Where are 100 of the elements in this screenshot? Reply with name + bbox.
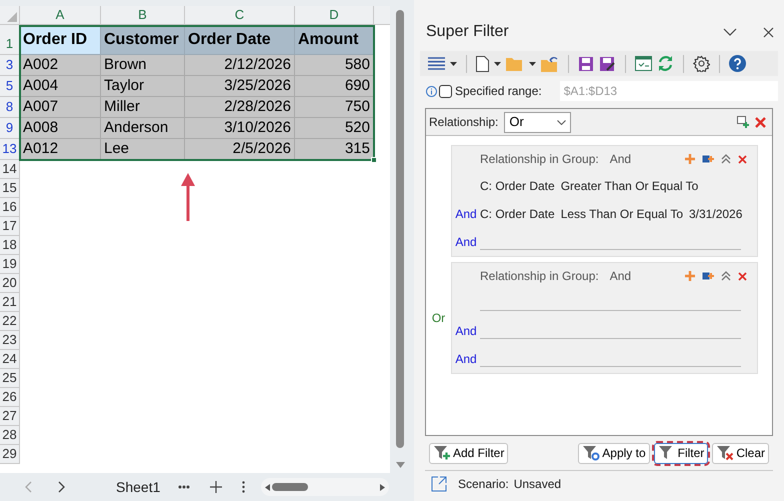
row-header[interactable]: 26 [0,388,20,407]
add-filter-button[interactable]: Add Filter [429,442,508,464]
row-header[interactable]: 9 [0,118,20,139]
row-header[interactable]: 21 [0,293,20,312]
table-cell: 520 [295,118,374,139]
condition-operator[interactable]: Greater Than Or Equal To [560,177,698,195]
close-icon[interactable] [763,26,774,38]
row-header[interactable]: 15 [0,179,20,198]
new-document-icon[interactable] [476,56,489,72]
column-header[interactable]: C [185,6,295,24]
caret-icon[interactable] [450,62,457,66]
column-header[interactable]: A [20,6,101,24]
row-header[interactable]: 8 [0,97,20,118]
column-header[interactable]: B [101,6,185,24]
row-header[interactable]: 13 [0,139,20,160]
sheet-tab[interactable]: Sheet1 [116,476,160,498]
row-header[interactable]: 20 [0,274,20,293]
row-header[interactable]: 25 [0,369,20,388]
add-group-icon[interactable] [737,116,749,128]
panel-title: Super Filter [426,22,509,42]
scenario-value: Unsaved [514,476,562,493]
next-sheet-icon[interactable] [58,481,66,493]
relationship-select[interactable]: Or [504,112,572,132]
clear-button[interactable]: Clear [712,442,769,464]
column-header[interactable]: D [295,6,374,24]
help-icon[interactable] [729,55,746,72]
caret-icon[interactable] [529,62,536,66]
scroll-down-icon[interactable] [396,462,404,468]
condition-connector[interactable]: And [455,205,477,223]
row-header[interactable]: 1 [0,25,20,55]
filter-add-icon [433,445,451,461]
options-icon[interactable] [242,481,246,493]
row-header[interactable]: 3 [0,55,20,76]
condition-field[interactable]: C: Order Date [480,205,555,223]
refresh-icon[interactable] [657,55,674,72]
group-relationship-label: Relationship in Group: [480,151,599,168]
scroll-right-icon[interactable] [380,484,386,490]
scrollbar-thumb[interactable] [272,483,308,491]
group-relationship-value[interactable]: And [610,267,632,285]
table-cell: 580 [295,55,374,76]
row-header[interactable]: 27 [0,407,20,426]
header-cell: Order Date [185,25,295,55]
table-cell: 3/25/2026 [185,76,295,97]
condition-connector[interactable]: And [455,322,477,340]
group-relationship-label: Relationship in Group: [480,268,599,285]
insert-icon[interactable] [702,271,714,281]
save-as-icon[interactable] [599,56,616,72]
row-header[interactable]: 16 [0,198,20,217]
condition-connector[interactable]: And [455,233,477,251]
row-header[interactable]: 28 [0,426,20,445]
delete-group-icon[interactable] [738,272,747,280]
info-icon[interactable] [426,86,437,96]
filter-apply-icon [582,445,600,461]
chevron-down-icon[interactable] [557,120,566,124]
folder-arrow-icon[interactable] [541,56,559,72]
apply-to-button[interactable]: Apply to [578,442,650,464]
caret-icon[interactable] [494,62,501,66]
header-cell: Order ID [20,25,101,55]
row-header[interactable]: 22 [0,312,20,331]
condition-operator[interactable]: Less Than Or Equal To [560,205,683,223]
collapse-up-icon[interactable] [721,154,731,164]
condition-field[interactable]: C: Order Date [480,177,555,195]
filter-button[interactable]: Filter [654,442,708,464]
horizontal-scrollbar[interactable] [261,478,390,496]
menu-icon[interactable] [428,57,445,70]
settings-icon[interactable] [693,55,710,72]
range-field[interactable]: $A1:$D13 [560,81,778,101]
table-cell: A004 [20,76,101,97]
scrollbar-thumb[interactable] [396,10,404,448]
window-icon[interactable] [635,56,652,71]
expand-icon[interactable] [431,476,447,492]
table-cell: Miller [101,97,185,118]
row-header[interactable]: 14 [0,160,20,179]
row-header[interactable]: 23 [0,331,20,350]
group-relationship-value[interactable]: And [610,150,632,168]
more-icon[interactable] [178,485,190,489]
collapse-icon[interactable] [723,28,737,36]
row-header[interactable]: 17 [0,217,20,236]
condition-value[interactable]: 3/31/2026 [689,205,742,223]
table-cell: A008 [20,118,101,139]
fill-handle[interactable] [371,157,377,163]
scenario-label: Scenario: [458,476,509,493]
delete-icon[interactable] [755,116,766,128]
row-header[interactable]: 18 [0,236,20,255]
collapse-up-icon[interactable] [721,271,731,281]
insert-icon[interactable] [702,154,714,164]
specified-range-checkbox[interactable] [439,84,452,98]
header-cell: Customer [101,25,185,55]
condition-connector[interactable]: And [455,350,477,368]
row-header[interactable]: 24 [0,350,20,369]
add-sheet-icon[interactable] [210,481,222,493]
table-cell: 315 [295,139,374,160]
row-header[interactable]: 19 [0,255,20,274]
table-cell: Brown [101,55,185,76]
row-header[interactable]: 29 [0,445,20,464]
save-icon[interactable] [578,56,594,72]
row-header[interactable]: 5 [0,76,20,97]
relationship-label: Relationship: [429,114,498,131]
delete-group-icon[interactable] [738,154,747,164]
group-connector: Or [432,310,446,327]
